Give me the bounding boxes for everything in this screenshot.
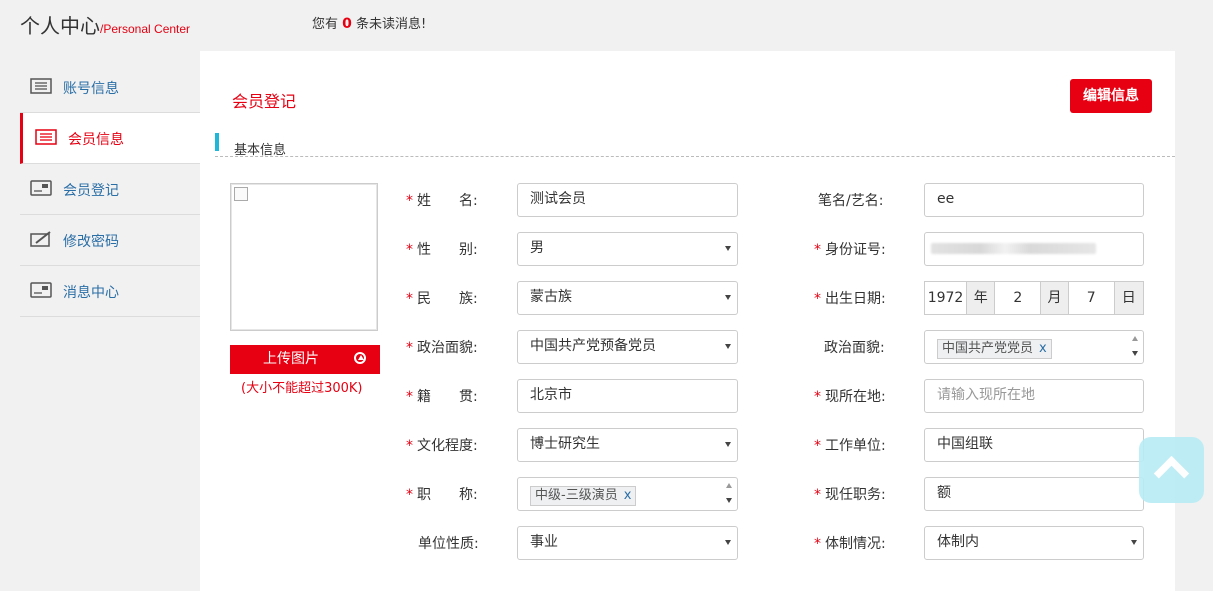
scroll-arrows-icon[interactable] — [1131, 336, 1139, 356]
edit-info-button[interactable]: 编辑信息 — [1070, 79, 1152, 113]
upload-icon — [354, 352, 366, 364]
remove-tag-icon[interactable]: x — [1039, 341, 1047, 356]
chevron-down-icon — [725, 540, 731, 545]
id-number-input[interactable] — [924, 232, 1144, 266]
current-location-input[interactable]: 请输入现所在地 — [924, 379, 1144, 413]
label-gender: * 性 别: — [406, 242, 478, 258]
ethnicity-select[interactable]: 蒙古族 — [517, 281, 738, 315]
sidebar-item-label: 消息中心 — [63, 285, 119, 301]
label-professional-title: * 职 称: — [406, 487, 478, 503]
selected-tag: 中级-三级演员 x — [530, 486, 637, 506]
current-position-input[interactable]: 额 — [924, 477, 1144, 511]
sidebar-item-member-register[interactable]: 会员登记 — [20, 164, 200, 215]
education-select[interactable]: 博士研究生 — [517, 428, 738, 462]
unread-message-notice: 您有 0 条未读消息! — [312, 16, 427, 32]
unit-type-select[interactable]: 事业 — [517, 526, 738, 560]
year-unit-label: 年 — [967, 282, 996, 314]
name-input[interactable]: 测试会员 — [517, 183, 738, 217]
sidebar-item-member-info[interactable]: 会员信息 — [20, 113, 200, 164]
upload-photo-button[interactable]: 上传图片 — [230, 345, 380, 374]
section-accent-bar — [215, 133, 219, 151]
label-current-location: * 现所在地: — [814, 389, 886, 405]
birth-date-group: 1972 年 2 月 7 日 — [924, 281, 1144, 315]
gender-select[interactable]: 男 — [517, 232, 738, 266]
selected-tag: 中国共产党党员 x — [937, 339, 1052, 359]
sidebar-item-change-password[interactable]: 修改密码 — [20, 215, 200, 266]
system-status-select[interactable]: 体制内 — [924, 526, 1144, 560]
section-divider — [215, 156, 1175, 157]
label-native-place: * 籍 贯: — [406, 389, 478, 405]
required-mark: * — [406, 193, 413, 209]
day-unit-label: 日 — [1114, 282, 1143, 314]
required-mark: * — [814, 242, 821, 258]
professional-title-multiselect[interactable]: 中级-三级演员 x — [517, 477, 738, 511]
upload-size-note: (大小不能超过300K) — [241, 381, 363, 396]
label-political-status: * 政治面貌: — [406, 340, 478, 356]
chevron-down-icon — [725, 344, 731, 349]
chevron-down-icon — [725, 295, 731, 300]
chevron-down-icon — [725, 246, 731, 251]
required-mark: * — [814, 291, 821, 307]
required-mark: * — [814, 487, 821, 503]
panel-title: 会员登记 — [232, 92, 297, 111]
upload-button-label: 上传图片 — [263, 351, 319, 367]
sidebar: 账号信息 会员信息 会员登记 修改密码 消息中心 — [20, 62, 200, 317]
birth-month-input[interactable]: 2 — [995, 282, 1042, 314]
month-unit-label: 月 — [1041, 282, 1069, 314]
label-political-status-2: 政治面貌: — [824, 340, 885, 356]
required-mark: * — [406, 389, 413, 405]
label-current-position: * 现任职务: — [814, 487, 886, 503]
work-unit-input[interactable]: 中国组联 — [924, 428, 1144, 462]
sidebar-item-label: 修改密码 — [63, 234, 119, 250]
label-work-unit: * 工作单位: — [814, 438, 886, 454]
scroll-arrows-icon[interactable] — [725, 483, 733, 503]
chevron-up-icon — [1153, 455, 1190, 492]
page-title: 个人中心/Personal Center — [20, 14, 191, 38]
required-mark: * — [406, 487, 413, 503]
sidebar-item-label: 账号信息 — [63, 81, 119, 97]
label-unit-type: 单位性质: — [418, 536, 479, 552]
id-card-icon — [30, 78, 52, 94]
back-to-top-button[interactable] — [1139, 437, 1204, 503]
pen-name-input[interactable]: ee — [924, 183, 1144, 217]
required-mark: * — [406, 242, 413, 258]
birth-day-input[interactable]: 7 — [1069, 282, 1115, 314]
sidebar-item-message-center[interactable]: 消息中心 — [20, 266, 200, 317]
blurred-id-value — [931, 243, 1096, 254]
birth-year-input[interactable]: 1972 — [925, 282, 968, 314]
sidebar-item-label: 会员登记 — [63, 183, 119, 199]
chevron-down-icon — [1131, 540, 1137, 545]
card-icon — [30, 180, 52, 196]
required-mark: * — [406, 340, 413, 356]
required-mark: * — [814, 536, 821, 552]
broken-image-icon — [234, 187, 248, 201]
political-status-multiselect[interactable]: 中国共产党党员 x — [924, 330, 1144, 364]
political-status-select[interactable]: 中国共产党预备党员 — [517, 330, 738, 364]
required-mark: * — [406, 438, 413, 454]
label-pen-name: 笔名/艺名: — [818, 193, 884, 209]
avatar-photo — [230, 183, 378, 331]
sidebar-item-account-info[interactable]: 账号信息 — [20, 62, 200, 113]
label-birth-date: * 出生日期: — [814, 291, 886, 307]
page-subtitle: /Personal Center — [100, 22, 191, 36]
unread-count: 0 — [342, 16, 352, 32]
sidebar-item-label: 会员信息 — [68, 132, 124, 148]
label-id-number: * 身份证号: — [814, 242, 886, 258]
list-icon — [35, 129, 57, 145]
native-place-input[interactable]: 北京市 — [517, 379, 738, 413]
label-ethnicity: * 民 族: — [406, 291, 478, 307]
card-icon — [30, 282, 52, 298]
required-mark: * — [406, 291, 413, 307]
pencil-icon — [30, 231, 51, 247]
required-mark: * — [814, 438, 821, 454]
chevron-down-icon — [725, 442, 731, 447]
label-name: * 姓 名: — [406, 193, 478, 209]
label-system-status: * 体制情况: — [814, 536, 886, 552]
label-education: * 文化程度: — [406, 438, 478, 454]
remove-tag-icon[interactable]: x — [624, 488, 632, 503]
required-mark: * — [814, 389, 821, 405]
